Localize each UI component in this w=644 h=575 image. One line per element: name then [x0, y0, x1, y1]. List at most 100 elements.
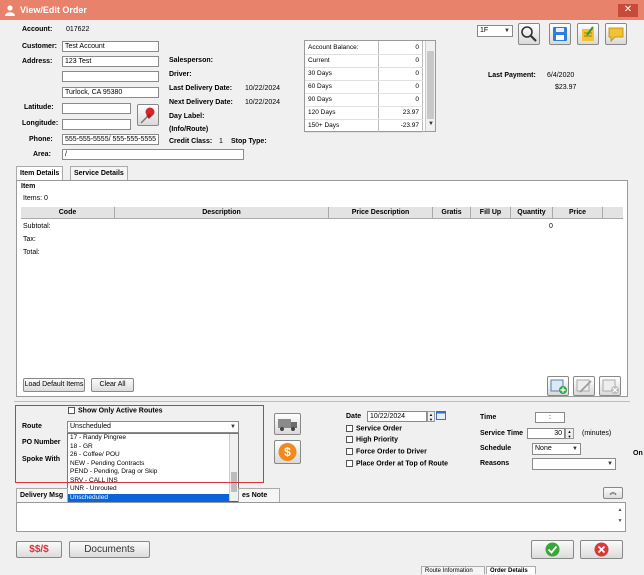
latitude-label: Latitude: — [24, 104, 54, 111]
schedule-label: Schedule — [480, 445, 512, 452]
tab-route-information-label: Route Information — [425, 568, 473, 574]
top-of-route-label: Place Order at Top of Route — [356, 460, 449, 468]
column-price-description[interactable]: Price Description — [329, 207, 433, 218]
phone-field[interactable]: 555-555-5555/ 555-555-5555 / 5 — [62, 134, 159, 145]
delivery-message-textarea[interactable]: ▲ ▼ — [16, 502, 626, 532]
phone-label: Phone: — [29, 136, 53, 143]
customer-field[interactable]: Test Account — [62, 41, 159, 52]
balance-row: 150+ Days -23.97 — [305, 119, 423, 133]
tax-label: Tax: — [23, 236, 36, 243]
service-time-field[interactable]: 30 — [527, 428, 565, 439]
date-field[interactable]: 10/22/2024 — [367, 411, 427, 422]
save-button[interactable] — [549, 23, 571, 45]
delete-item-button[interactable] — [599, 376, 621, 396]
latitude-field[interactable] — [62, 103, 131, 114]
cancel-x-icon — [594, 542, 609, 557]
svg-text:$: $ — [284, 445, 291, 459]
collapse-button[interactable]: ︽ — [603, 487, 623, 499]
balance-value: -23.97 — [378, 119, 423, 133]
chevron-down-icon[interactable]: ▼ — [428, 121, 434, 127]
edit-item-button[interactable] — [573, 376, 595, 396]
longitude-field[interactable] — [62, 119, 131, 130]
balance-table: Account Balance: 0 Current 0 30 Days 0 60 D… — [305, 41, 423, 133]
balance-value: 0 — [378, 67, 423, 81]
balance-label: Current — [305, 54, 379, 68]
balance-scrollbar[interactable]: ▼ — [425, 41, 435, 131]
balance-value: 0 — [378, 80, 423, 94]
route-option[interactable]: UNR - Unrouted — [68, 485, 238, 494]
address-line2-field[interactable] — [62, 71, 159, 82]
service-time-spinner[interactable]: ▲ ▼ — [565, 428, 574, 439]
balance-label: 150+ Days — [305, 119, 379, 133]
reasons-label: Reasons — [480, 460, 510, 467]
load-default-items-label: Load Default Items — [24, 381, 84, 388]
tab-item-details[interactable]: Item Details — [16, 166, 64, 180]
column-description[interactable]: Description — [115, 207, 329, 218]
address-line1-field[interactable]: 123 Test — [62, 56, 159, 67]
balance-row: Current 0 — [305, 54, 423, 68]
customer-label: Customer: — [22, 43, 58, 50]
cancel-button[interactable] — [580, 540, 623, 559]
service-order-checkbox[interactable]: Service Order — [346, 425, 402, 432]
force-order-checkbox[interactable]: Force Order to Driver — [346, 448, 427, 455]
column-gratis[interactable]: Gratis — [433, 207, 471, 218]
textarea-scrollbar[interactable]: ▲ ▼ — [616, 505, 624, 529]
messages-button[interactable] — [605, 23, 627, 45]
checkbox-box[interactable] — [346, 460, 353, 467]
spin-down-icon[interactable]: ▼ — [429, 417, 433, 422]
spin-down-icon[interactable]: ▼ — [568, 434, 572, 439]
column-quantity[interactable]: Quantity — [511, 207, 553, 218]
route-option-selected[interactable]: Unscheduled — [68, 493, 238, 502]
payment-button[interactable]: $ — [274, 440, 301, 464]
balance-label: 30 Days — [305, 67, 379, 81]
pricing-button[interactable]: $$/$ — [16, 541, 62, 558]
items-count: Items: 0 — [23, 195, 48, 202]
tab-notes[interactable]: es Note — [238, 488, 280, 502]
account-value: 017622 — [66, 26, 90, 33]
column-fill-up[interactable]: Fill Up — [471, 207, 511, 218]
checkbox-box[interactable] — [346, 448, 353, 455]
items-table-header: Code Description Price Description Grati… — [21, 207, 623, 219]
balance-label: 90 Days — [305, 93, 379, 107]
documents-button[interactable]: Documents — [69, 541, 150, 558]
station-select[interactable]: 1F ▼ — [477, 25, 513, 37]
search-button[interactable] — [518, 23, 540, 45]
tab-route-information[interactable]: Route Information — [421, 566, 485, 574]
tab-item-details-label: Item Details — [20, 170, 60, 177]
total-label: Total: — [23, 249, 40, 256]
ok-button[interactable] — [531, 540, 574, 559]
clear-all-button[interactable]: Clear All — [91, 378, 134, 392]
reasons-select[interactable]: ▼ — [532, 458, 616, 470]
date-spinner[interactable]: ▲ ▼ — [427, 411, 435, 422]
calendar-icon[interactable] — [436, 410, 446, 420]
high-priority-checkbox[interactable]: High Priority — [346, 436, 398, 443]
add-row-icon — [550, 379, 567, 394]
tab-order-details[interactable]: Order Details — [486, 566, 536, 574]
credit-class-value: 1 — [219, 138, 223, 145]
checkbox-box[interactable] — [346, 425, 353, 432]
tab-delivery-message[interactable]: Delivery Msg — [16, 488, 68, 502]
top-of-route-checkbox[interactable]: Place Order at Top of Route — [346, 460, 448, 467]
window-close-button[interactable]: ✕ — [618, 4, 638, 17]
schedule-select[interactable]: None ▼ — [532, 443, 581, 455]
add-item-button[interactable] — [547, 376, 569, 396]
time-field[interactable]: : — [535, 412, 565, 423]
stop-type-label: Stop Type: — [231, 138, 267, 145]
checkbox-box[interactable] — [346, 436, 353, 443]
pricing-button-label: $$/$ — [29, 544, 49, 555]
load-default-items-button[interactable]: Load Default Items — [23, 378, 85, 392]
balance-row: Account Balance: 0 — [305, 41, 423, 55]
day-label-label: Day Label: — [169, 113, 205, 120]
delivery-truck-button[interactable] — [274, 413, 301, 435]
city-state-zip-field[interactable]: Turlock, CA 95380 — [62, 87, 159, 98]
chevron-down-icon: ▼ — [504, 28, 510, 34]
tab-service-details[interactable]: Service Details — [70, 166, 128, 180]
column-code[interactable]: Code — [21, 207, 115, 218]
column-price[interactable]: Price — [553, 207, 603, 218]
scrollbar-thumb[interactable] — [427, 51, 434, 119]
area-field[interactable]: / — [62, 149, 244, 160]
pin-location-button[interactable] — [137, 104, 159, 126]
info-route-label: (Info/Route) — [169, 126, 209, 133]
section-divider — [14, 401, 630, 402]
edit-notes-button[interactable] — [577, 23, 599, 45]
